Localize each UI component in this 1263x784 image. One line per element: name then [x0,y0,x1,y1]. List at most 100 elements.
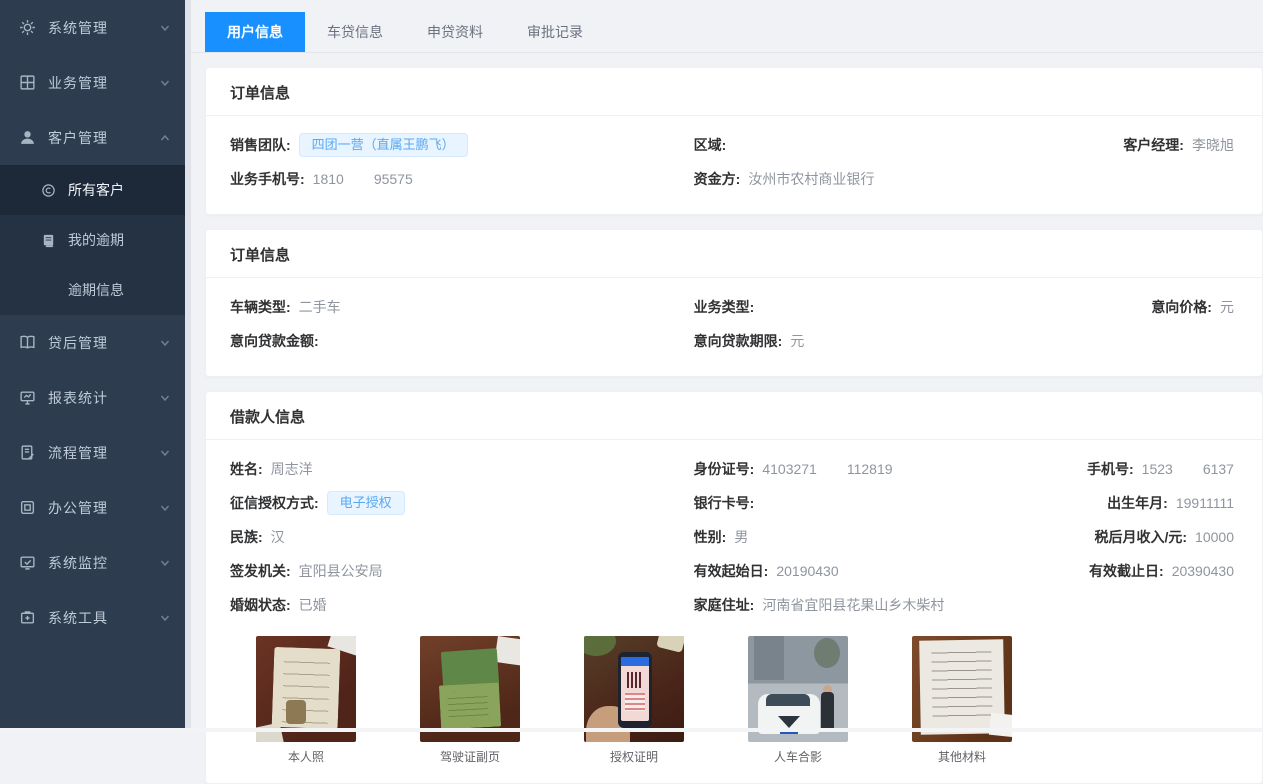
field-id-number: 身份证号: 4103271112819 [694,452,1047,486]
chevron-down-icon [159,77,171,89]
user-icon [18,129,36,147]
field-monthly-income: 税后月收入/元: 10000 [1046,520,1238,554]
id-card-photo[interactable] [256,636,356,742]
sidebar-item-system-tools[interactable]: 系统工具 [0,590,185,645]
order-info-card-2: 订单信息 车辆类型: 二手车 业务类型: 意向价格: 元 意向贷款金额: [205,229,1263,377]
card-title: 订单信息 [206,68,1262,116]
field-issuing-authority: 签发机关: 宜阳县公安局 [230,554,694,588]
monitor-icon [18,389,36,407]
main-content: 用户信息 车贷信息 申贷资料 审批记录 订单信息 销售团队: 四团一营（直属王鹏… [191,0,1263,732]
sidebar-item-customer-mgmt[interactable]: 客户管理 [0,110,185,165]
field-birth-date: 出生年月: 19911111 [1046,486,1238,520]
field-funder: 资金方: 汝州市农村商业银行 [694,162,1047,196]
sidebar-item-label: 系统工具 [48,608,159,628]
borrower-photos: 本人照 驾驶证副页 授权证明 [256,636,1238,765]
gear-icon [18,19,36,37]
field-vehicle-type: 车辆类型: 二手车 [230,290,694,324]
sidebar-item-label: 系统管理 [48,18,159,38]
sidebar-item-postloan-mgmt[interactable]: 贷后管理 [0,315,185,370]
chevron-down-icon [159,557,171,569]
field-region: 区域: [694,128,1047,162]
field-valid-until: 有效截止日: 20390430 [1046,554,1238,588]
photo-caption: 驾驶证副页 [420,748,520,765]
sidebar-item-overdue-info[interactable]: 逾期信息 [0,265,185,315]
card-title: 借款人信息 [206,392,1262,440]
field-business-phone: 业务手机号: 181095575 [230,162,694,196]
tab-car-loan-info[interactable]: 车贷信息 [305,12,405,52]
sidebar-item-label: 逾期信息 [68,280,124,300]
customer-mgmt-submenu: 所有客户 我的逾期 逾期信息 [0,165,185,315]
photo-caption: 人车合影 [748,748,848,765]
redaction-block [817,462,847,476]
person-car-photo[interactable] [748,636,848,742]
field-intent-price: 意向价格: 元 [1046,290,1238,324]
handwritten-doc-photo[interactable] [912,636,1012,742]
sidebar-item-system-monitor[interactable]: 系统监控 [0,535,185,590]
sidebar-item-label: 我的逾期 [68,230,124,250]
sidebar-item-office-mgmt[interactable]: 办公管理 [0,480,185,535]
chevron-down-icon [159,337,171,349]
photo-item: 本人照 [256,636,356,765]
photo-item: 人车合影 [748,636,848,765]
monitor-check-icon [18,554,36,572]
redaction-block [344,172,374,186]
field-customer-manager: 客户经理: 李晓旭 [1046,128,1238,162]
e-auth-tag[interactable]: 电子授权 [327,491,405,515]
field-valid-from: 有效起始日: 20190430 [694,554,1047,588]
open-book-icon [18,334,36,352]
sidebar-item-label: 客户管理 [48,128,159,148]
sidebar-item-label: 贷后管理 [48,333,159,353]
redaction-block [1173,462,1203,476]
sidebar-item-business-mgmt[interactable]: 业务管理 [0,55,185,110]
sidebar-item-workflow-mgmt[interactable]: 流程管理 [0,425,185,480]
chevron-down-icon [159,392,171,404]
chevron-up-icon [159,132,171,144]
field-gender: 性别: 男 [694,520,1047,554]
license-booklet-photo[interactable] [420,636,520,742]
notebook-icon [40,232,56,248]
sales-team-tag[interactable]: 四团一营（直属王鹏飞） [299,133,468,157]
photo-caption: 本人照 [256,748,356,765]
chevron-down-icon [159,22,171,34]
workflow-icon [18,444,36,462]
sidebar-item-label: 系统监控 [48,553,159,573]
field-intent-loan-amount: 意向贷款金额: [230,324,694,358]
tab-user-info[interactable]: 用户信息 [205,12,305,52]
sidebar-item-label: 办公管理 [48,498,159,518]
field-bank-card: 银行卡号: [694,486,1047,520]
field-ethnicity: 民族: 汉 [230,520,694,554]
tab-approval-records[interactable]: 审批记录 [505,12,605,52]
sidebar-item-label: 流程管理 [48,443,159,463]
sidebar: 系统管理 业务管理 客户管理 所有客户 我的逾期 逾期信息 [0,0,185,732]
photo-caption: 授权证明 [584,748,684,765]
sidebar-item-label: 报表统计 [48,388,159,408]
field-credit-auth-method: 征信授权方式: 电子授权 [230,486,694,520]
photo-item: 驾驶证副页 [420,636,520,765]
order-info-card-1: 订单信息 销售团队: 四团一营（直属王鹏飞） 区域: 客户经理: 李晓旭 业务手… [205,67,1263,215]
office-icon [18,499,36,517]
photo-item: 其他材料 [912,636,1012,765]
chevron-down-icon [159,502,171,514]
sidebar-item-my-overdue[interactable]: 我的逾期 [0,215,185,265]
field-marital-status: 婚姻状态: 已婚 [230,588,694,622]
field-mobile-phone: 手机号: 15236137 [1046,452,1238,486]
tab-loan-application-docs[interactable]: 申贷资料 [405,12,505,52]
horizontal-scrollbar-track[interactable] [0,728,1263,732]
grid-icon [18,74,36,92]
sidebar-item-label: 业务管理 [48,73,159,93]
toolbox-icon [18,609,36,627]
field-home-address: 家庭住址: 河南省宜阳县花果山乡木柴村 [694,588,1047,622]
sidebar-item-report-stats[interactable]: 报表统计 [0,370,185,425]
sidebar-item-label: 所有客户 [68,180,124,200]
photo-caption: 其他材料 [912,748,1012,765]
field-name: 姓名: 周志洋 [230,452,694,486]
field-intent-loan-term: 意向贷款期限: 元 [694,324,1047,358]
photo-item: 授权证明 [584,636,684,765]
customers-icon [40,182,56,198]
phone-qr-photo[interactable] [584,636,684,742]
card-title: 订单信息 [206,230,1262,278]
borrower-info-card: 借款人信息 姓名: 周志洋 身份证号: 4103271112819 手机号: 1… [205,391,1263,784]
sidebar-item-all-customers[interactable]: 所有客户 [0,165,185,215]
sidebar-item-system-mgmt[interactable]: 系统管理 [0,0,185,55]
field-sales-team: 销售团队: 四团一营（直属王鹏飞） [230,128,694,162]
